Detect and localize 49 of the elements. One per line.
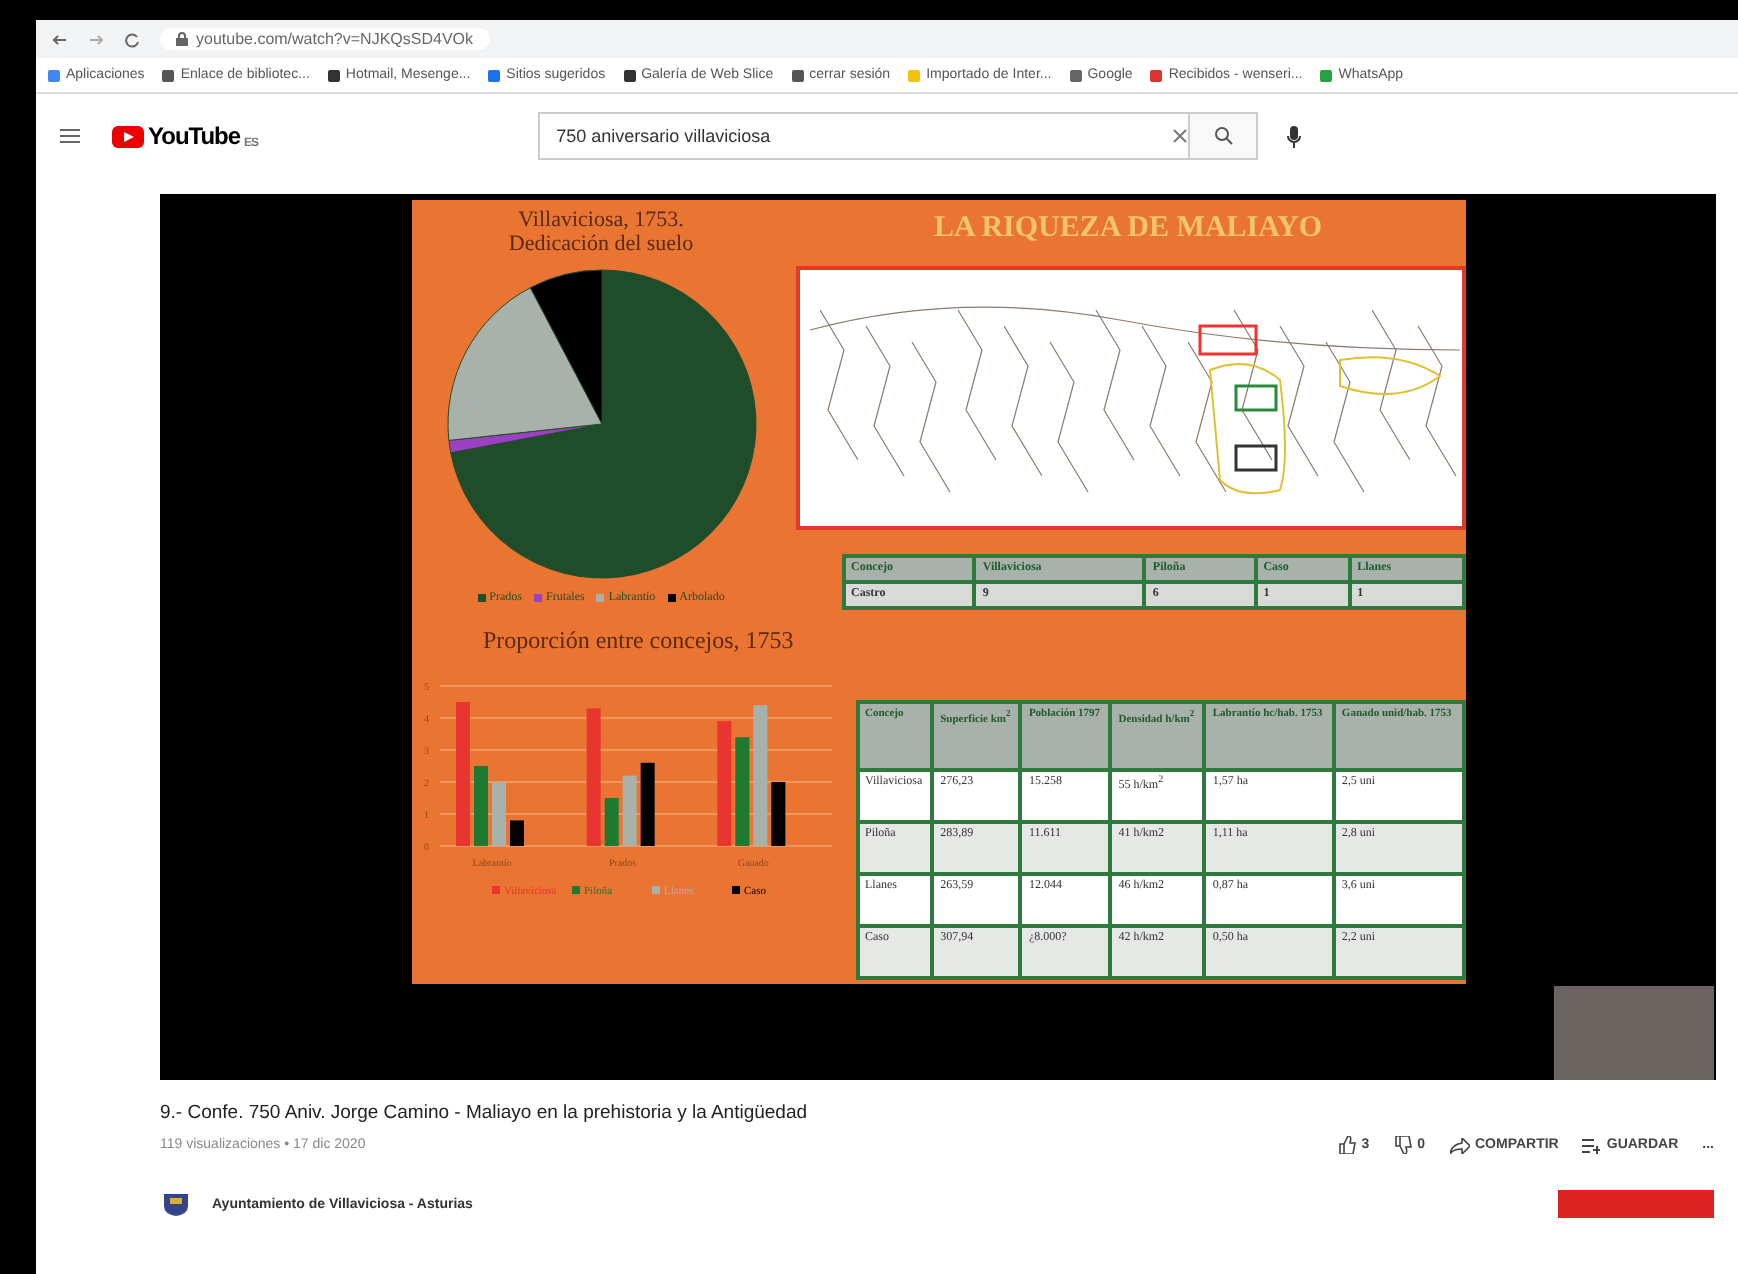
legend-swatch (491, 886, 499, 894)
search-bar[interactable]: 750 aniversario villaviciosa (538, 112, 1259, 160)
microphone-icon[interactable] (1286, 125, 1303, 147)
back-icon[interactable] (52, 31, 68, 47)
menu-icon[interactable] (60, 128, 80, 144)
bookmark-icon (623, 69, 636, 81)
bookmark-icon (908, 69, 921, 81)
bookmark-icon (162, 69, 175, 81)
bookmark-icon (1320, 69, 1333, 81)
bar (455, 702, 469, 846)
bar (491, 782, 505, 846)
bar (473, 766, 487, 846)
bookmark-icon (1069, 69, 1082, 81)
bar (639, 762, 654, 846)
bar (770, 782, 785, 846)
search-button[interactable] (1188, 114, 1257, 158)
address-field[interactable]: youtube.com/watch?v=NJKQsSD4VOk (160, 28, 490, 50)
video-player[interactable] (160, 194, 1716, 1080)
chart-title: Villaviciosa, 1753. Dedicación del suelo (506, 208, 696, 257)
play-logo-icon (112, 125, 144, 147)
coat-of-arms-icon[interactable] (160, 1192, 192, 1216)
legend-swatch (571, 886, 579, 894)
legend-swatch (731, 886, 739, 894)
url-text: youtube.com/watch?v=NJKQsSD4VOk (196, 30, 474, 48)
bookmark-icon (488, 69, 501, 81)
clear-icon[interactable] (1172, 128, 1189, 144)
thumbs-up-icon (1337, 1136, 1356, 1154)
bookmark-icon (48, 69, 60, 81)
reload-icon[interactable] (124, 31, 140, 47)
bar (509, 820, 523, 846)
thumbs-down-icon (1393, 1136, 1412, 1154)
slide-title: LA RIQUEZA DE MALIAYO (933, 212, 1323, 246)
bar (603, 798, 618, 846)
video-title: 9.- Confe. 750 Aniv. Jorge Camino - Maliayo en la prehistoria y la Antigüedad (160, 1102, 810, 1124)
bar (716, 721, 731, 846)
bookmark-icon (791, 69, 804, 81)
bar (621, 775, 636, 846)
logo-text: YouTube (148, 122, 241, 150)
bar (752, 705, 767, 846)
bookmark-icon (1150, 69, 1163, 81)
playlist-add-icon (1582, 1137, 1601, 1153)
bookmark-icon (327, 69, 340, 81)
legend-swatch (651, 886, 659, 894)
search-icon (1213, 126, 1234, 146)
lock-icon (176, 32, 188, 46)
bar (585, 708, 600, 846)
bar (734, 737, 749, 846)
share-icon (1449, 1137, 1469, 1153)
chart-title: Proporción entre concejos, 1753 (483, 626, 796, 656)
